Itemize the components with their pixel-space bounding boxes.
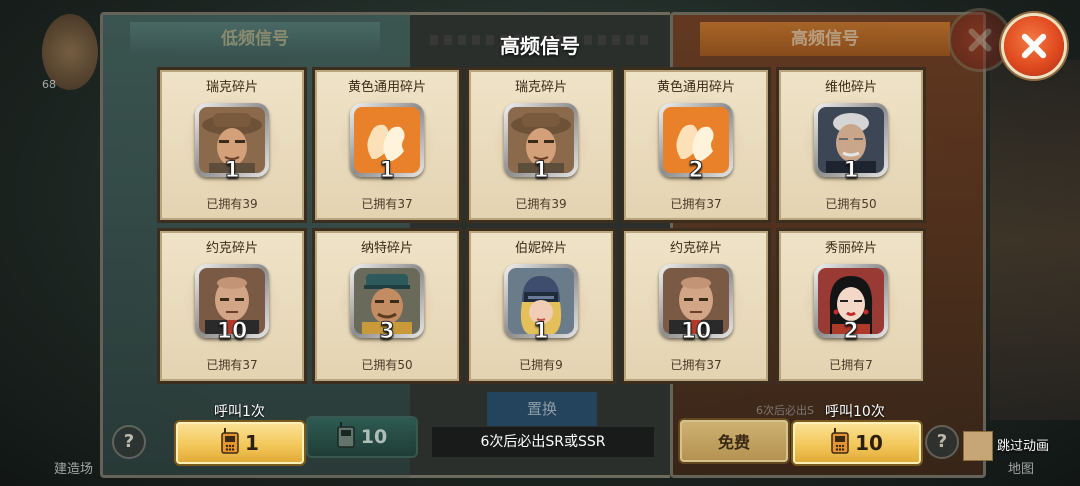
- call-ten-button[interactable]: 10: [793, 422, 921, 464]
- owned-count: 已拥有37: [361, 197, 413, 211]
- walkie-talkie-icon: [221, 428, 239, 458]
- fragment-count: 2: [843, 319, 859, 345]
- owned-count: 已拥有37: [670, 358, 722, 372]
- skip-animation-label: 跳过动画: [997, 439, 1050, 454]
- player-level: 68: [42, 78, 56, 91]
- map-label: 地图: [1008, 462, 1035, 477]
- fragment-name: 约克碎片: [669, 241, 722, 256]
- side-characters: [990, 60, 1080, 420]
- swap-button[interactable]: 置换: [487, 392, 597, 426]
- fragment-card[interactable]: 秀丽碎片 2 已拥有7: [779, 231, 923, 381]
- reward-grid: 瑞克碎片 1 已拥有39 黄色通用碎片 1 已拥有37 瑞克碎片 1 已拥有39 黄色通用碎片 2 已…: [150, 58, 930, 388]
- owned-count: 已拥有50: [825, 197, 877, 211]
- owned-count: 已拥有9: [519, 358, 563, 372]
- help-icon[interactable]: ?: [112, 425, 146, 459]
- fragment-card[interactable]: 维他碎片 1 已拥有50: [779, 70, 923, 220]
- pity-text: 6次后必出SR或SSR: [432, 427, 654, 457]
- call-ten-cost: 10: [855, 431, 883, 455]
- pity-hint-background: 6次后必出S: [756, 404, 814, 417]
- portrait-frame: 2: [814, 264, 888, 345]
- portrait-frame: 2: [659, 103, 733, 184]
- owned-count: 已拥有50: [361, 358, 413, 372]
- fragment-count: 1: [533, 158, 549, 184]
- call-once-button[interactable]: 1: [176, 422, 304, 464]
- fragment-name: 纳特碎片: [360, 241, 413, 256]
- portrait-frame: 1: [350, 103, 424, 184]
- fragment-count: 1: [533, 319, 549, 345]
- owned-count: 已拥有7: [829, 358, 873, 372]
- fragment-count: 1: [224, 158, 240, 184]
- portrait-frame: 1: [504, 264, 578, 345]
- popup-title: 高频信号: [500, 34, 580, 58]
- portrait-frame: 10: [195, 264, 269, 345]
- fragment-card[interactable]: 黄色通用碎片 2 已拥有37: [624, 70, 768, 220]
- help-icon-right[interactable]: ?: [925, 425, 959, 459]
- fragment-name: 维他碎片: [824, 80, 877, 95]
- fragment-card[interactable]: 约克碎片 10 已拥有37: [624, 231, 768, 381]
- fragment-count: 10: [680, 319, 712, 345]
- fragment-count: 1: [379, 158, 395, 184]
- fragment-card[interactable]: 约克碎片 10 已拥有37: [160, 231, 304, 381]
- owned-count: 已拥有37: [206, 358, 258, 372]
- call-once-label: 呼叫1次: [214, 404, 265, 420]
- fragment-card[interactable]: 瑞克碎片 1 已拥有39: [160, 70, 304, 220]
- fragment-count: 2: [688, 158, 704, 184]
- fragment-count: 3: [379, 319, 395, 345]
- portrait-frame: 1: [504, 103, 578, 184]
- fragment-name: 黄色通用碎片: [656, 80, 735, 95]
- close-icon[interactable]: [1004, 16, 1064, 76]
- dim-cost: 10: [360, 426, 388, 448]
- call-ten-label: 呼叫10次: [825, 404, 885, 420]
- build-label: 建造场: [54, 462, 94, 477]
- walkie-talkie-icon: [831, 428, 849, 458]
- free-button[interactable]: 免费: [680, 420, 788, 462]
- portrait-frame: 3: [350, 264, 424, 345]
- owned-count: 已拥有39: [515, 197, 567, 211]
- fragment-name: 伯妮碎片: [514, 241, 567, 256]
- fragment-name: 约克碎片: [205, 241, 258, 256]
- fragment-card[interactable]: 纳特碎片 3 已拥有50: [315, 231, 459, 381]
- walkie-talkie-icon: [337, 422, 355, 452]
- fragment-name: 瑞克碎片: [205, 80, 258, 95]
- call-once-cost: 1: [245, 431, 259, 455]
- fragment-name: 秀丽碎片: [824, 241, 877, 256]
- fragment-card[interactable]: 黄色通用碎片 1 已拥有37: [315, 70, 459, 220]
- fragment-count: 1: [843, 158, 859, 184]
- owned-count: 已拥有39: [206, 197, 258, 211]
- portrait-frame: 10: [659, 264, 733, 345]
- call-ten-button-background: 10: [308, 418, 416, 456]
- portrait-frame: 1: [814, 103, 888, 184]
- fragment-card[interactable]: 伯妮碎片 1 已拥有9: [469, 231, 613, 381]
- fragment-name: 黄色通用碎片: [347, 80, 426, 95]
- skip-animation-checkbox[interactable]: [963, 431, 993, 461]
- fragment-count: 10: [216, 319, 248, 345]
- fragment-name: 瑞克碎片: [514, 80, 567, 95]
- portrait-frame: 1: [195, 103, 269, 184]
- owned-count: 已拥有37: [670, 197, 722, 211]
- fragment-card[interactable]: 瑞克碎片 1 已拥有39: [469, 70, 613, 220]
